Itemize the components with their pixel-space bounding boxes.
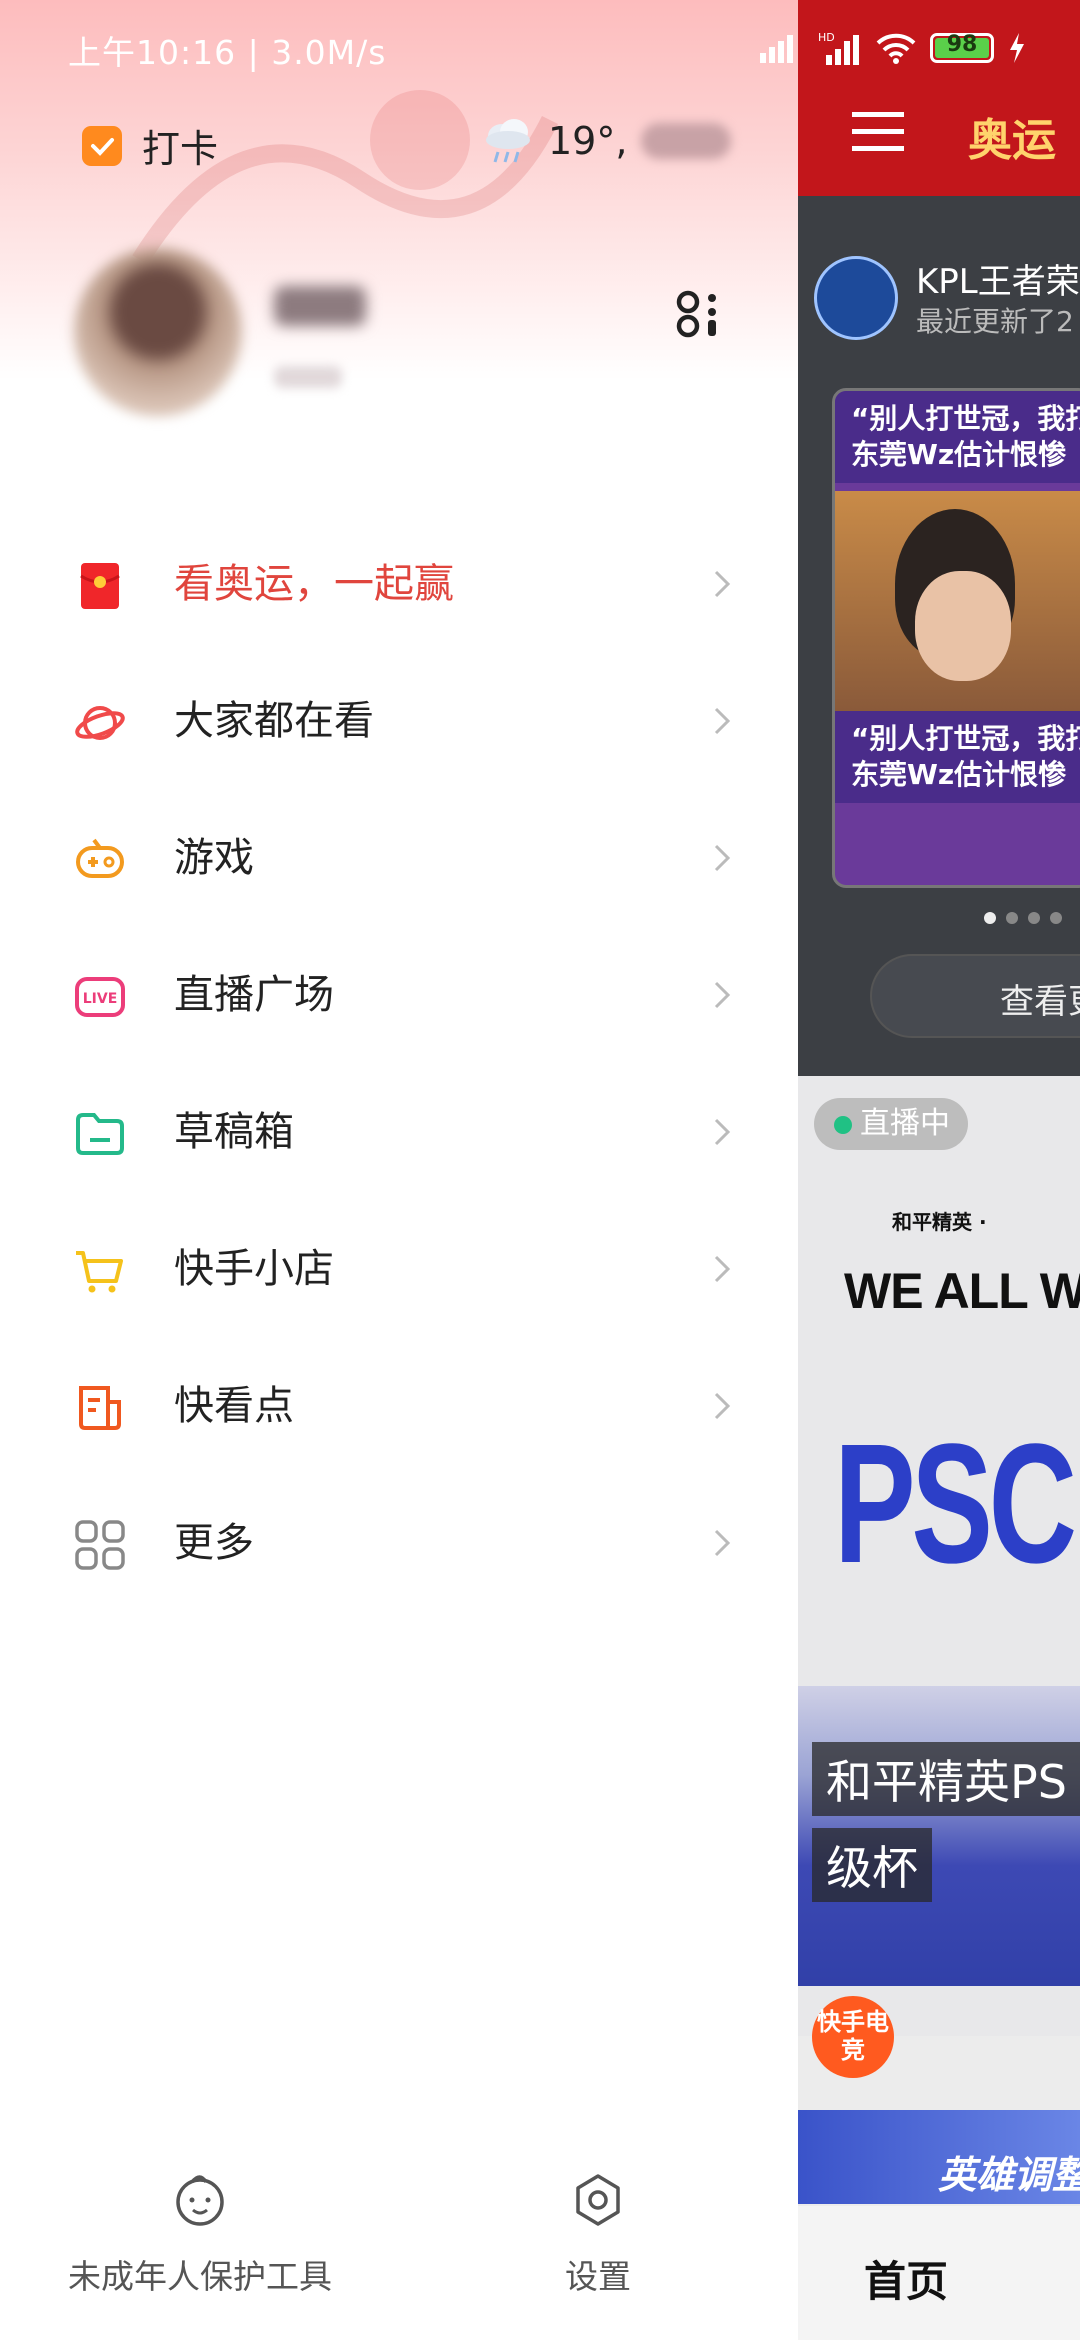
chevron-right-icon bbox=[714, 570, 731, 598]
checkin-icon bbox=[82, 125, 122, 166]
kpl-subtitle: 最近更新了2 bbox=[916, 305, 1074, 338]
kpl-logo[interactable] bbox=[814, 256, 898, 340]
card-caption-top: “别人打世冠，我打 东莞Wz估计恨惨 bbox=[835, 391, 1080, 483]
kuaishou-esports-badge: 快手电竞 bbox=[812, 1996, 894, 2078]
carousel-dot bbox=[1050, 912, 1062, 924]
person-face bbox=[915, 571, 1011, 681]
menu-item-label: 草稿箱 bbox=[174, 1109, 294, 1155]
kpl-title[interactable]: KPL王者荣 bbox=[916, 254, 1080, 303]
menu-icon[interactable] bbox=[852, 112, 904, 152]
menu-item-label: 看奥运，一起赢 bbox=[174, 561, 454, 607]
menu-item-label: 游戏 bbox=[174, 835, 254, 881]
chevron-right-icon bbox=[714, 844, 731, 872]
carousel-dot bbox=[1028, 912, 1040, 924]
menu-item-drafts[interactable]: 草稿箱 bbox=[0, 1062, 798, 1199]
minor-protection-label: 未成年人保护工具 bbox=[68, 2257, 332, 2296]
gamepad-icon bbox=[76, 838, 124, 878]
minor-protection-button[interactable]: 未成年人保护工具 bbox=[50, 2160, 350, 2298]
checkin-label: 打卡 bbox=[142, 127, 219, 171]
menu-item-more[interactable]: 更多 bbox=[0, 1473, 798, 1610]
kpl-section: KPL王者荣 最近更新了2 “别人打世冠，我打 东莞Wz估计恨惨 “别人打世冠，… bbox=[798, 196, 1080, 1076]
menu-item-label: 更多 bbox=[174, 1520, 254, 1566]
card-caption-line: “别人打世冠，我打 bbox=[851, 402, 1080, 435]
wifi-icon bbox=[876, 33, 916, 64]
card-caption-bottom: “别人打世冠，我打 东莞Wz估计恨惨 bbox=[835, 711, 1080, 803]
menu-item-label: 快看点 bbox=[174, 1383, 294, 1429]
planet-icon bbox=[75, 706, 125, 740]
live-badge-label: 直播中 bbox=[860, 1106, 950, 1141]
carousel-dot bbox=[1006, 912, 1018, 924]
news-icon bbox=[79, 1386, 121, 1430]
card-caption-line: 东莞Wz估计恨惨 bbox=[851, 438, 1067, 471]
chevron-right-icon bbox=[714, 1529, 731, 1557]
cart-icon bbox=[76, 1251, 123, 1293]
sponsor-logos: 和平精英 · bbox=[892, 1210, 987, 1234]
chevron-right-icon bbox=[714, 981, 731, 1009]
status-icons: HD 98 bbox=[760, 26, 1026, 70]
svg-text:LIVE: LIVE bbox=[83, 991, 118, 1007]
qr-code-icon[interactable] bbox=[672, 286, 728, 342]
slogan: WE ALL WIN bbox=[844, 1263, 1080, 1319]
carousel-dots bbox=[984, 912, 1062, 924]
live-icon: LIVE bbox=[75, 977, 125, 1017]
svg-text:HD: HD bbox=[818, 31, 835, 44]
live-card[interactable]: 直播中 和平精英 · WE ALL WIN PSC 2 和平精英PS 级杯 快手… bbox=[798, 1076, 1080, 2078]
menu-item-shop[interactable]: 快手小店 bbox=[0, 1199, 798, 1336]
avatar[interactable] bbox=[74, 248, 242, 416]
card-caption-line: 东莞Wz估计恨惨 bbox=[851, 758, 1067, 791]
chevron-right-icon bbox=[714, 707, 731, 735]
menu-item-olympics[interactable]: 看奥运，一起赢 bbox=[0, 514, 798, 651]
chevron-right-icon bbox=[714, 1255, 731, 1283]
live-status-badge: 直播中 bbox=[814, 1098, 968, 1150]
next-feed-card[interactable]: 英雄调整 bbox=[798, 2110, 1080, 2204]
charging-icon bbox=[1010, 33, 1024, 63]
signal-hd-icon: HD bbox=[818, 31, 859, 65]
video-card[interactable]: “别人打世冠，我打 东莞Wz估计恨惨 “别人打世冠，我打 东莞Wz估计恨惨 bbox=[832, 388, 1080, 888]
settings-button[interactable]: 设置 bbox=[448, 2160, 748, 2298]
menu-item-label: 大家都在看 bbox=[174, 698, 374, 744]
card-caption-line: “别人打世冠，我打 bbox=[851, 722, 1080, 755]
next-feed-card-text: 英雄调整 bbox=[938, 2153, 1080, 2197]
menu-item-trending[interactable]: 大家都在看 bbox=[0, 651, 798, 788]
side-drawer: 打卡 19°, 看奥运，一起赢 大家都在看 游戏 LIVE 直播广场 草稿箱 快… bbox=[0, 0, 798, 2340]
battery-icon: 98 bbox=[930, 32, 994, 63]
live-title-line: 和平精英PS bbox=[812, 1742, 1080, 1816]
menu-item-games[interactable]: 游戏 bbox=[0, 788, 798, 925]
signal-icon bbox=[760, 35, 793, 63]
username-blurred[interactable] bbox=[274, 286, 366, 326]
folder-icon bbox=[76, 1113, 124, 1155]
gear-icon bbox=[576, 2174, 620, 2226]
main-feed[interactable]: 奥运 KPL王者荣 最近更新了2 “别人打世冠，我打 东莞Wz估计恨惨 “别人打… bbox=[798, 0, 1080, 2340]
tab-olympics[interactable]: 奥运 bbox=[968, 104, 1056, 168]
live-title-line: 级杯 bbox=[812, 1828, 932, 1902]
child-face-icon bbox=[176, 2175, 224, 2226]
menu-item-label: 快手小店 bbox=[174, 1246, 334, 1292]
bottom-nav: 首页 bbox=[798, 2206, 1080, 2340]
weather-temperature: 19°, bbox=[548, 119, 628, 163]
chevron-right-icon bbox=[714, 1118, 731, 1146]
grid-icon bbox=[75, 1520, 125, 1570]
status-bar: 上午10:16 | 3.0M/s HD 98 bbox=[0, 0, 1080, 96]
rain-cloud-icon bbox=[486, 119, 530, 163]
view-more-button[interactable]: 查看更 bbox=[870, 954, 1080, 1038]
view-more-label: 查看更 bbox=[1000, 982, 1080, 1022]
checkin-button[interactable]: 打卡 bbox=[82, 118, 218, 173]
weather-location-blurred bbox=[641, 123, 732, 159]
red-envelope-icon bbox=[80, 563, 120, 609]
carousel-dot bbox=[984, 912, 996, 924]
weather-widget[interactable]: 19°, bbox=[482, 116, 732, 166]
menu-item-live-plaza[interactable]: LIVE 直播广场 bbox=[0, 925, 798, 1062]
chevron-right-icon bbox=[714, 1392, 731, 1420]
menu-item-label: 直播广场 bbox=[174, 972, 334, 1018]
menu-item-kuaikandian[interactable]: 快看点 bbox=[0, 1336, 798, 1473]
drawer-menu: 看奥运，一起赢 大家都在看 游戏 LIVE 直播广场 草稿箱 快手小店 快看点 … bbox=[0, 514, 798, 1610]
drawer-footer: 未成年人保护工具 设置 bbox=[0, 2160, 798, 2310]
live-dot-icon bbox=[834, 1116, 852, 1134]
status-time-speed: 上午10:16 | 3.0M/s bbox=[68, 33, 387, 72]
user-subtitle-blurred bbox=[274, 366, 342, 388]
nav-home[interactable]: 首页 bbox=[864, 2248, 948, 2309]
card-photo bbox=[835, 491, 1080, 711]
event-logo: PSC 2 bbox=[834, 1409, 1080, 1599]
settings-label: 设置 bbox=[565, 2257, 631, 2296]
